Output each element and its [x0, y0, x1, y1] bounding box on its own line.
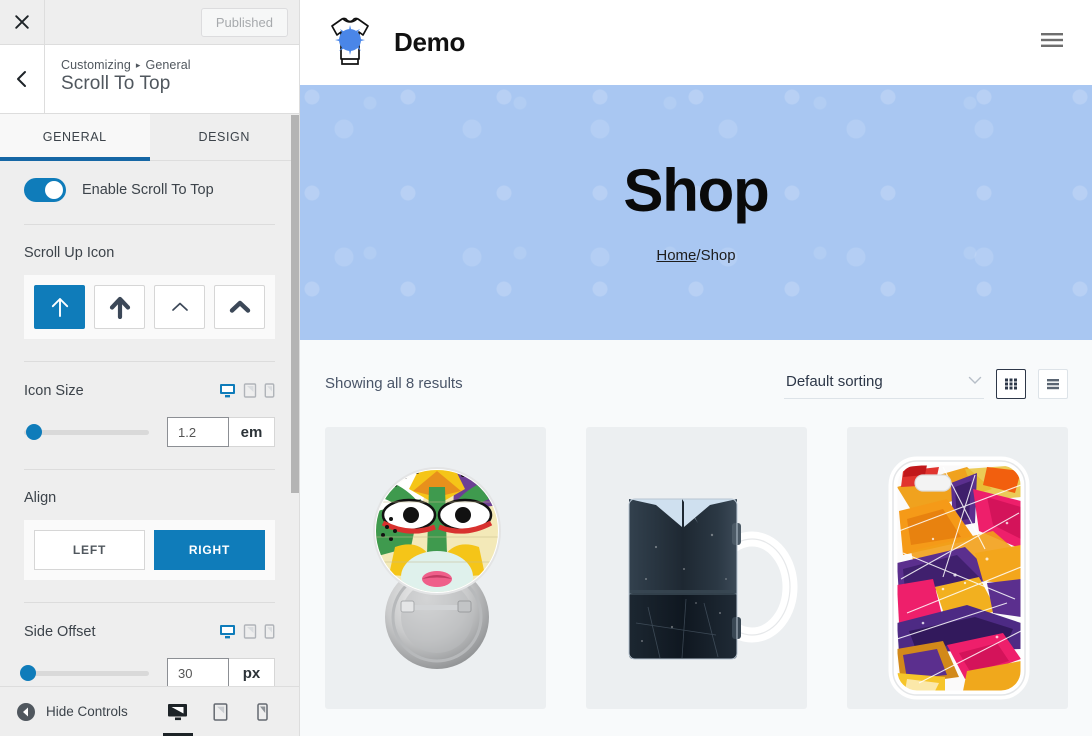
- scroll-up-icon-label-row: Scroll Up Icon: [24, 245, 275, 261]
- chevron-up-thin-icon[interactable]: [154, 285, 205, 329]
- control-enable-scroll-to-top: Enable Scroll To Top: [24, 162, 275, 202]
- shop-content: Showing all 8 results Default sorting: [300, 340, 1092, 736]
- icon-size-label-row: Icon Size: [24, 382, 275, 399]
- icon-size-input[interactable]: 1.2: [167, 417, 229, 447]
- panel-header: Customizing ▸ General Scroll To Top: [0, 45, 299, 114]
- breadcrumb-root: Customizing: [61, 58, 131, 72]
- align-options: LEFT RIGHT: [24, 520, 275, 580]
- align-label: Align: [24, 490, 57, 506]
- close-icon[interactable]: [0, 0, 45, 44]
- sidebar-scrollbar[interactable]: [291, 115, 299, 493]
- slider-track: [19, 665, 149, 681]
- customizer-topbar: Published: [0, 0, 299, 45]
- results-count: Showing all 8 results: [325, 375, 463, 392]
- desktop-icon[interactable]: [219, 382, 236, 399]
- side-offset-label-row: Side Offset: [24, 623, 275, 640]
- slider-knob[interactable]: [19, 665, 36, 681]
- tablet-icon[interactable]: [243, 382, 257, 399]
- product-grid: [324, 427, 1068, 709]
- shop-toolbar-right: Default sorting: [784, 368, 1068, 399]
- collapse-left-icon: [17, 702, 35, 721]
- shop-toolbar: Showing all 8 results Default sorting: [324, 340, 1068, 399]
- grid-view-icon[interactable]: [996, 368, 1026, 399]
- abstract-paint-phone-case-product[interactable]: [847, 427, 1068, 709]
- icon-size-slider-row: 1.2 em: [24, 417, 275, 447]
- preview-device-switcher: [157, 687, 283, 736]
- tablet-icon[interactable]: [199, 687, 241, 736]
- controls-list: Enable Scroll To Top Scroll Up Icon Icon…: [0, 162, 299, 686]
- enable-scroll-to-top-label: Enable Scroll To Top: [82, 182, 214, 198]
- arrow-up-thin-icon[interactable]: [34, 285, 85, 329]
- page-title: Shop: [623, 157, 769, 224]
- chevron-up-bold-icon[interactable]: [214, 285, 265, 329]
- align-label-row: Align: [24, 490, 275, 506]
- customizer-app: Published Customizing ▸ General Scroll T…: [0, 0, 1092, 736]
- tab-design-label: DESIGN: [198, 130, 251, 144]
- scroll-up-icon-label: Scroll Up Icon: [24, 245, 115, 261]
- chevron-down-icon: [968, 372, 982, 390]
- icon-size-slider[interactable]: [24, 421, 167, 443]
- site-header: Demo: [300, 0, 1092, 85]
- toggle-knob: [45, 181, 63, 199]
- desktop-icon[interactable]: [219, 623, 236, 640]
- scroll-up-icon-options: [24, 275, 275, 339]
- side-offset-input[interactable]: 30: [167, 658, 229, 686]
- page-hero: Shop Home/Shop: [300, 85, 1092, 340]
- side-offset-slider-row: 30 px: [19, 658, 275, 686]
- control-scroll-up-icon: Scroll Up Icon: [24, 225, 275, 339]
- hide-controls-label: Hide Controls: [46, 704, 128, 719]
- customizer-sidebar: Published Customizing ▸ General Scroll T…: [0, 0, 300, 736]
- control-icon-size: Icon Size 1.2 em: [24, 362, 275, 447]
- controls-scroll-region: Enable Scroll To Top Scroll Up Icon Icon…: [0, 162, 299, 686]
- breadcrumb-parent: General: [145, 58, 191, 72]
- tablet-icon[interactable]: [243, 623, 257, 640]
- tab-design[interactable]: DESIGN: [149, 114, 299, 160]
- breadcrumb: Customizing ▸ General: [61, 58, 191, 72]
- side-offset-unit[interactable]: px: [229, 658, 275, 686]
- align-left-button[interactable]: LEFT: [34, 530, 145, 570]
- arrow-up-bold-icon[interactable]: [94, 285, 145, 329]
- hamburger-menu-icon[interactable]: [1040, 31, 1064, 54]
- customizer-footer: Hide Controls: [0, 686, 299, 736]
- panel-tabs: GENERAL DESIGN: [0, 114, 299, 161]
- site-branding[interactable]: Demo: [322, 11, 465, 74]
- brand-name: Demo: [394, 27, 466, 57]
- sorting-value: Default sorting: [786, 372, 883, 390]
- mobile-icon[interactable]: [264, 623, 275, 640]
- breadcrumb: Home/Shop: [656, 247, 735, 264]
- panel-header-text: Customizing ▸ General Scroll To Top: [45, 45, 191, 113]
- side-offset-slider[interactable]: [19, 662, 167, 684]
- chevron-left-icon[interactable]: [0, 45, 45, 113]
- align-right-button[interactable]: RIGHT: [154, 530, 265, 570]
- desktop-icon[interactable]: [157, 687, 199, 736]
- icon-size-device-switcher: [219, 382, 275, 399]
- breadcrumb-home-link[interactable]: Home: [656, 247, 696, 264]
- icon-size-label: Icon Size: [24, 382, 84, 399]
- icon-size-unit[interactable]: em: [229, 417, 275, 447]
- page-title: Scroll To Top: [61, 73, 171, 94]
- sorting-select[interactable]: Default sorting: [784, 368, 984, 399]
- tab-general[interactable]: GENERAL: [0, 114, 150, 161]
- dark-ceramic-mug-product[interactable]: [586, 427, 807, 709]
- publish-button[interactable]: Published: [200, 7, 288, 37]
- side-offset-label: Side Offset: [24, 623, 96, 640]
- control-align: Align LEFT RIGHT: [24, 470, 275, 580]
- side-offset-device-switcher: [219, 623, 275, 640]
- tshirt-splat-logo-icon: [322, 11, 378, 74]
- list-view-icon[interactable]: [1038, 368, 1068, 399]
- tab-general-label: GENERAL: [42, 130, 107, 144]
- hide-controls-button[interactable]: Hide Controls: [16, 702, 128, 722]
- slider-knob[interactable]: [26, 424, 42, 440]
- mobile-icon[interactable]: [241, 687, 283, 736]
- control-side-offset: Side Offset 30 px: [19, 603, 275, 686]
- enable-scroll-to-top-toggle[interactable]: [24, 178, 66, 202]
- breadcrumb-current: Shop: [700, 247, 736, 264]
- mobile-icon[interactable]: [264, 382, 275, 399]
- pin-badge-face-art-product[interactable]: [325, 427, 546, 709]
- slider-track: [24, 424, 149, 440]
- site-preview: Demo Shop Home/Shop Showing all 8 result…: [300, 0, 1092, 736]
- breadcrumb-caret-icon: ▸: [135, 59, 141, 70]
